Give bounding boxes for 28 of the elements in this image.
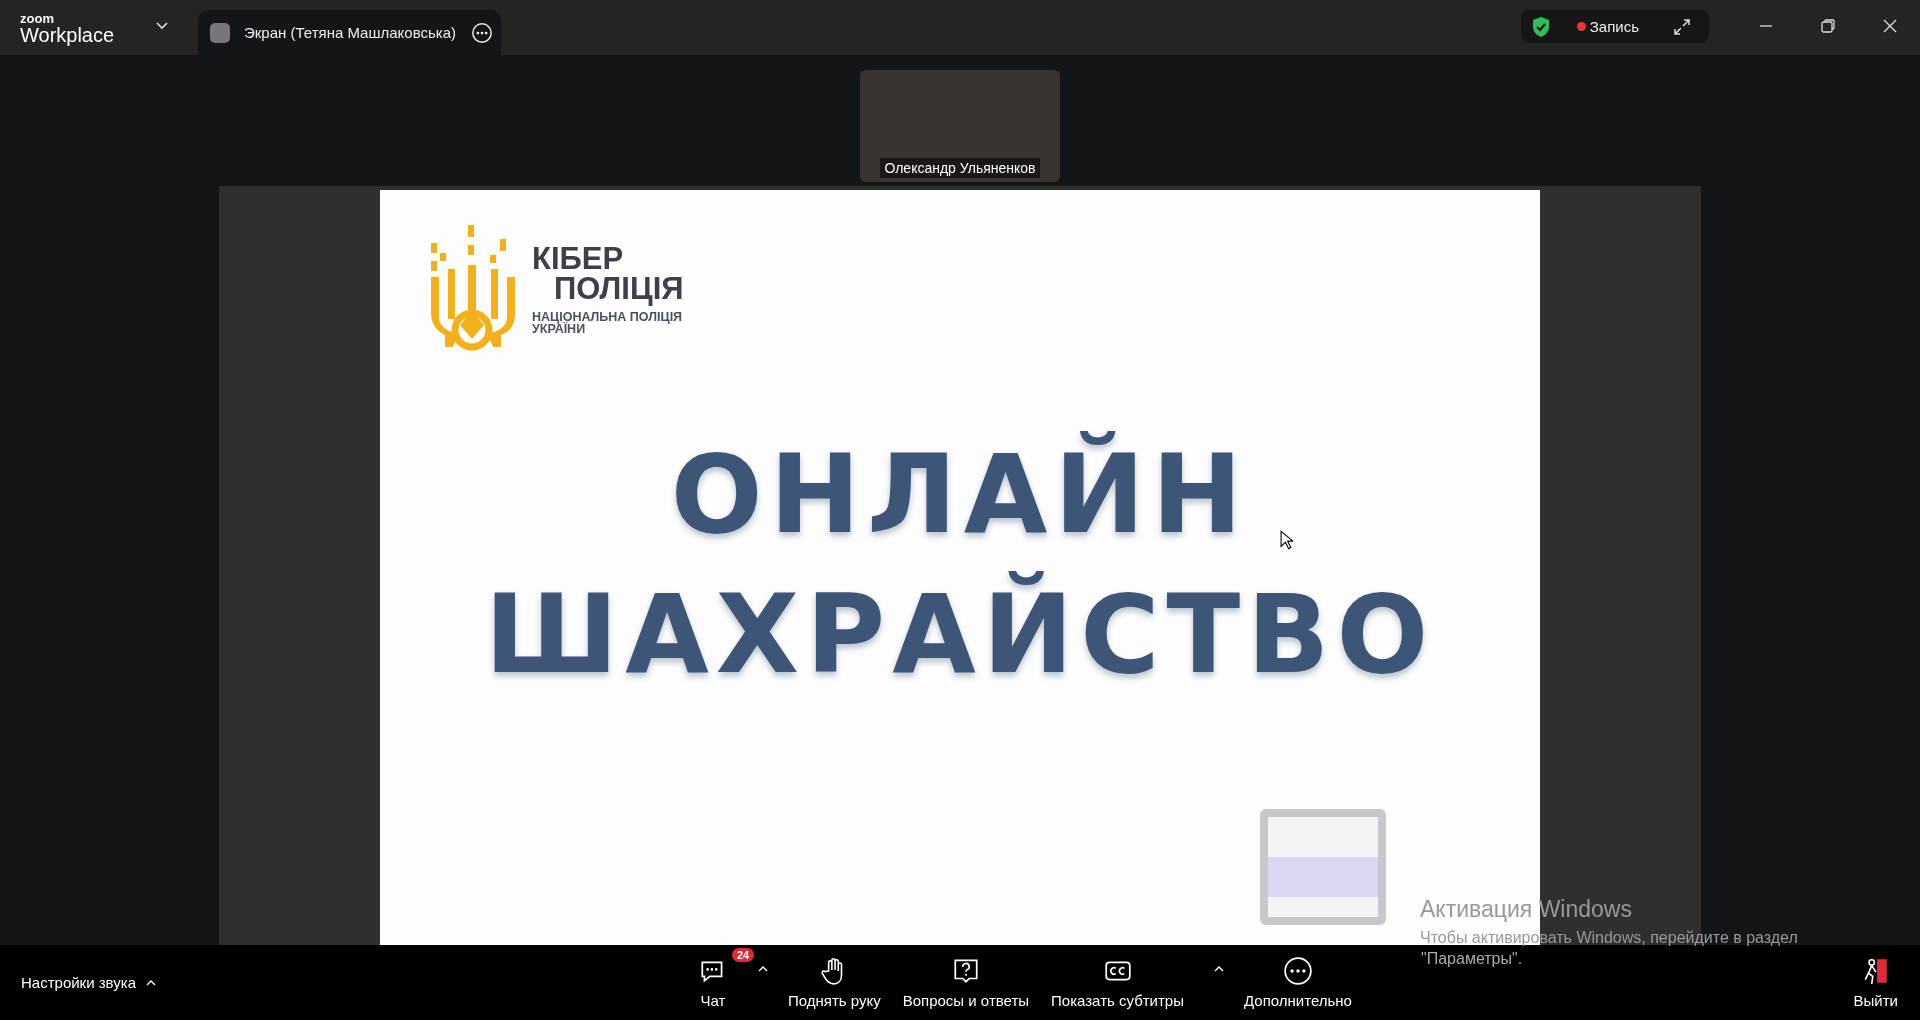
audio-settings-button[interactable]: Настройки звука — [0, 974, 661, 991]
leave-button[interactable]: Выйти — [1853, 956, 1898, 1009]
qa-button[interactable]: Вопросы и ответы — [900, 952, 1032, 1013]
headline-text: ШАХРАЙСТВО — [484, 570, 1436, 700]
cursor-icon — [1280, 530, 1293, 550]
hand-button[interactable]: Поднять руку — [786, 952, 883, 1013]
tab-title: Экран (Тетяна Машлаковська) — [244, 24, 457, 41]
activation-text: "Параметры". — [1421, 950, 1523, 968]
chevron-down-icon[interactable] — [156, 22, 168, 30]
close-icon[interactable] — [1882, 18, 1898, 34]
recording-label: Запись — [1589, 18, 1639, 35]
participant-name: Олександр Ульяненков — [880, 158, 1040, 178]
count-badge: 24 — [732, 948, 755, 962]
logo-subtitle: НАЦІОНАЛЬНА ПОЛІЦІЯ УКРАЇНИ — [532, 310, 684, 336]
caret-icon[interactable] — [145, 979, 156, 986]
headline-text: ОНЛАЙН — [670, 430, 1250, 559]
chat-button[interactable]: Чат — [696, 952, 730, 1013]
expand-icon[interactable] — [1673, 17, 1691, 36]
more-button[interactable]: Дополнительно — [1242, 952, 1354, 1013]
more-icon — [1282, 956, 1313, 986]
restore-icon[interactable] — [1820, 18, 1836, 34]
caret-icon[interactable] — [1214, 966, 1224, 972]
app-logo: zoom Workplace — [19, 12, 116, 48]
shield-check-icon — [1530, 15, 1551, 38]
more-icon[interactable] — [471, 21, 493, 44]
caret-icon[interactable] — [758, 966, 768, 972]
cc-button[interactable]: Показать субтитры — [1049, 952, 1186, 1013]
share-tab[interactable]: Экран (Тетяна Машлаковська) — [198, 10, 501, 55]
